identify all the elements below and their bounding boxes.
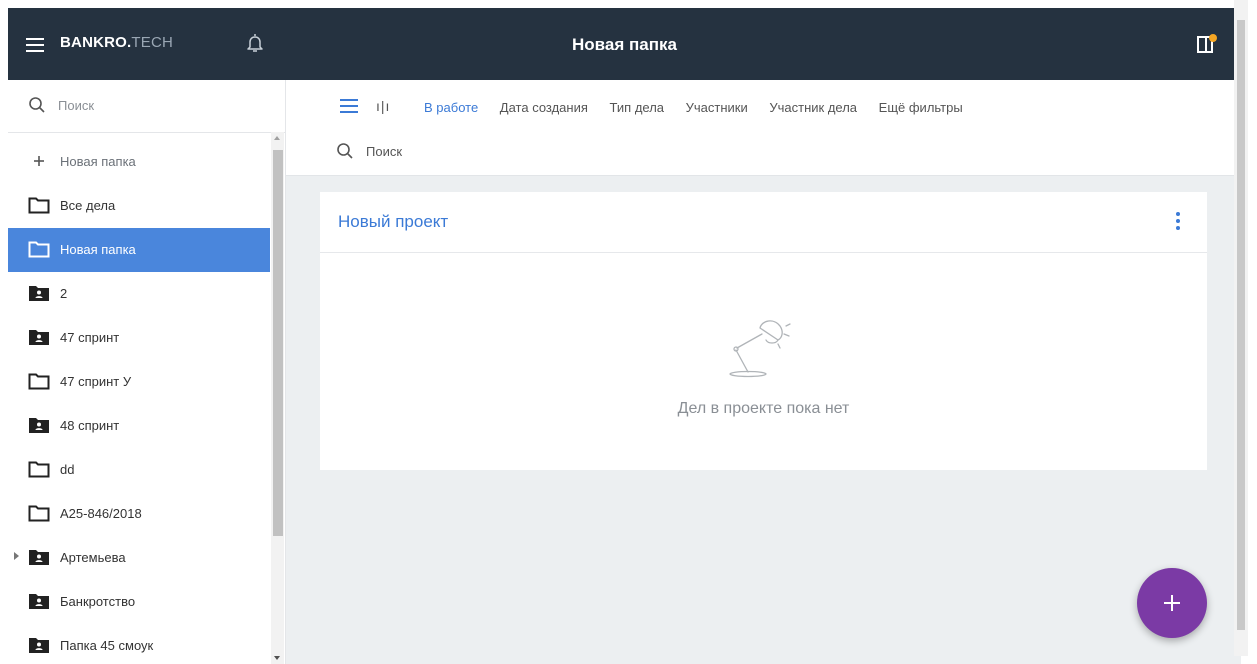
- top-bar: BANKRO.TECH Новая папка: [8, 8, 1241, 80]
- filter-bar: ı|ı В работе Дата создания Тип дела Учас…: [286, 80, 1241, 176]
- project-card-header: Новый проект: [320, 192, 1207, 253]
- sidebar-item-label: dd: [60, 462, 75, 477]
- sidebar-item-label: Новая папка: [60, 242, 136, 257]
- empty-state-text: Дел в проекте пока нет: [677, 400, 850, 417]
- folder-outline-icon: [28, 461, 50, 478]
- sidebar-item-folder[interactable]: 48 спринт: [8, 404, 270, 448]
- project-card: Новый проект Дел в проекте пока нет: [320, 192, 1207, 470]
- sidebar-item-current-folder[interactable]: Новая папка: [8, 228, 270, 272]
- sidebar-item-new-folder[interactable]: Новая папка: [8, 140, 270, 184]
- sidebar-scrollbar[interactable]: [271, 132, 284, 664]
- plus-icon: [34, 156, 44, 166]
- filter-in-work[interactable]: В работе: [424, 100, 478, 115]
- sidebar-item-label: Новая папка: [60, 154, 136, 169]
- main-content: ı|ı В работе Дата создания Тип дела Учас…: [286, 80, 1241, 664]
- folder-user-icon: [29, 286, 49, 301]
- folder-outline-icon: [28, 505, 50, 522]
- sidebar-search[interactable]: Поиск: [8, 80, 285, 133]
- search-icon: [337, 143, 353, 159]
- sidebar-item-label: 47 спринт: [60, 330, 120, 345]
- project-title[interactable]: Новый проект: [338, 212, 448, 232]
- main-search-placeholder: Поиск: [366, 144, 403, 159]
- folder-user-icon: [29, 418, 49, 433]
- folder-user-icon: [29, 550, 49, 565]
- columns-view-icon[interactable]: ı|ı: [376, 98, 390, 114]
- sidebar-item-folder[interactable]: Банкротство: [8, 580, 270, 624]
- folder-user-icon: [29, 594, 49, 609]
- folder-outline-icon: [28, 241, 50, 258]
- sidebar-item-label: 48 спринт: [60, 418, 120, 433]
- sidebar-item-label: Банкротство: [60, 594, 136, 609]
- add-button[interactable]: [1137, 568, 1207, 638]
- sidebar-item-folder[interactable]: 47 спринт У: [8, 360, 270, 404]
- folder-user-icon: [29, 638, 49, 653]
- plus-icon: [1164, 595, 1180, 611]
- sidebar-item-folder[interactable]: Папка 45 смоук: [8, 624, 270, 664]
- folder-list: Новая папка Все дела Новая папка 2 47 сп…: [8, 140, 270, 664]
- scroll-down-icon[interactable]: [274, 656, 280, 660]
- sidebar-item-label: 2: [60, 286, 68, 301]
- folder-outline-icon: [28, 197, 50, 214]
- filter-case-participant[interactable]: Участник дела: [769, 100, 857, 115]
- sidebar-item-folder[interactable]: dd: [8, 448, 270, 492]
- sidebar-item-label: Все дела: [60, 198, 116, 213]
- sidebar-item-folder[interactable]: 47 спринт: [8, 316, 270, 360]
- scroll-up-icon[interactable]: [274, 136, 280, 140]
- filter-participants[interactable]: Участники: [686, 100, 748, 115]
- sidebar-item-label: А25-846/2018: [60, 506, 142, 521]
- list-view-icon[interactable]: [340, 99, 358, 113]
- desk-lamp-icon: [729, 320, 791, 378]
- folder-user-icon: [29, 330, 49, 345]
- sidebar: Поиск Новая папка Все дела Новая папка 2: [8, 80, 286, 664]
- filter-created-date[interactable]: Дата создания: [500, 100, 588, 115]
- filter-tabs: В работе Дата создания Тип дела Участник…: [424, 100, 981, 115]
- sidebar-item-label: 47 спринт У: [60, 374, 132, 389]
- sidebar-item-all-cases[interactable]: Все дела: [8, 184, 270, 228]
- scrollbar-thumb[interactable]: [273, 150, 283, 536]
- sidebar-item-folder[interactable]: А25-846/2018: [8, 492, 270, 536]
- search-icon: [29, 97, 45, 113]
- expand-arrow-icon[interactable]: [14, 552, 19, 560]
- page-scrollbar[interactable]: [1234, 0, 1248, 656]
- sidebar-item-folder[interactable]: 2: [8, 272, 270, 316]
- page-title: Новая папка: [572, 35, 677, 54]
- filter-more[interactable]: Ещё фильтры: [879, 100, 963, 115]
- sidebar-item-folder[interactable]: Артемьева: [8, 536, 270, 580]
- sidebar-search-placeholder: Поиск: [58, 98, 95, 113]
- sidebar-item-label: Артемьева: [60, 550, 126, 565]
- app-window: BANKRO.TECH Новая папка Поиск Новая папк…: [8, 8, 1241, 664]
- sidebar-item-label: Папка 45 смоук: [60, 638, 154, 653]
- filter-case-type[interactable]: Тип дела: [610, 100, 664, 115]
- scrollbar-thumb[interactable]: [1237, 20, 1245, 630]
- more-vert-icon[interactable]: [1176, 212, 1180, 233]
- main-search[interactable]: Поиск: [336, 142, 402, 165]
- panel-toggle-icon[interactable]: [1195, 32, 1219, 56]
- folder-outline-icon: [28, 373, 50, 390]
